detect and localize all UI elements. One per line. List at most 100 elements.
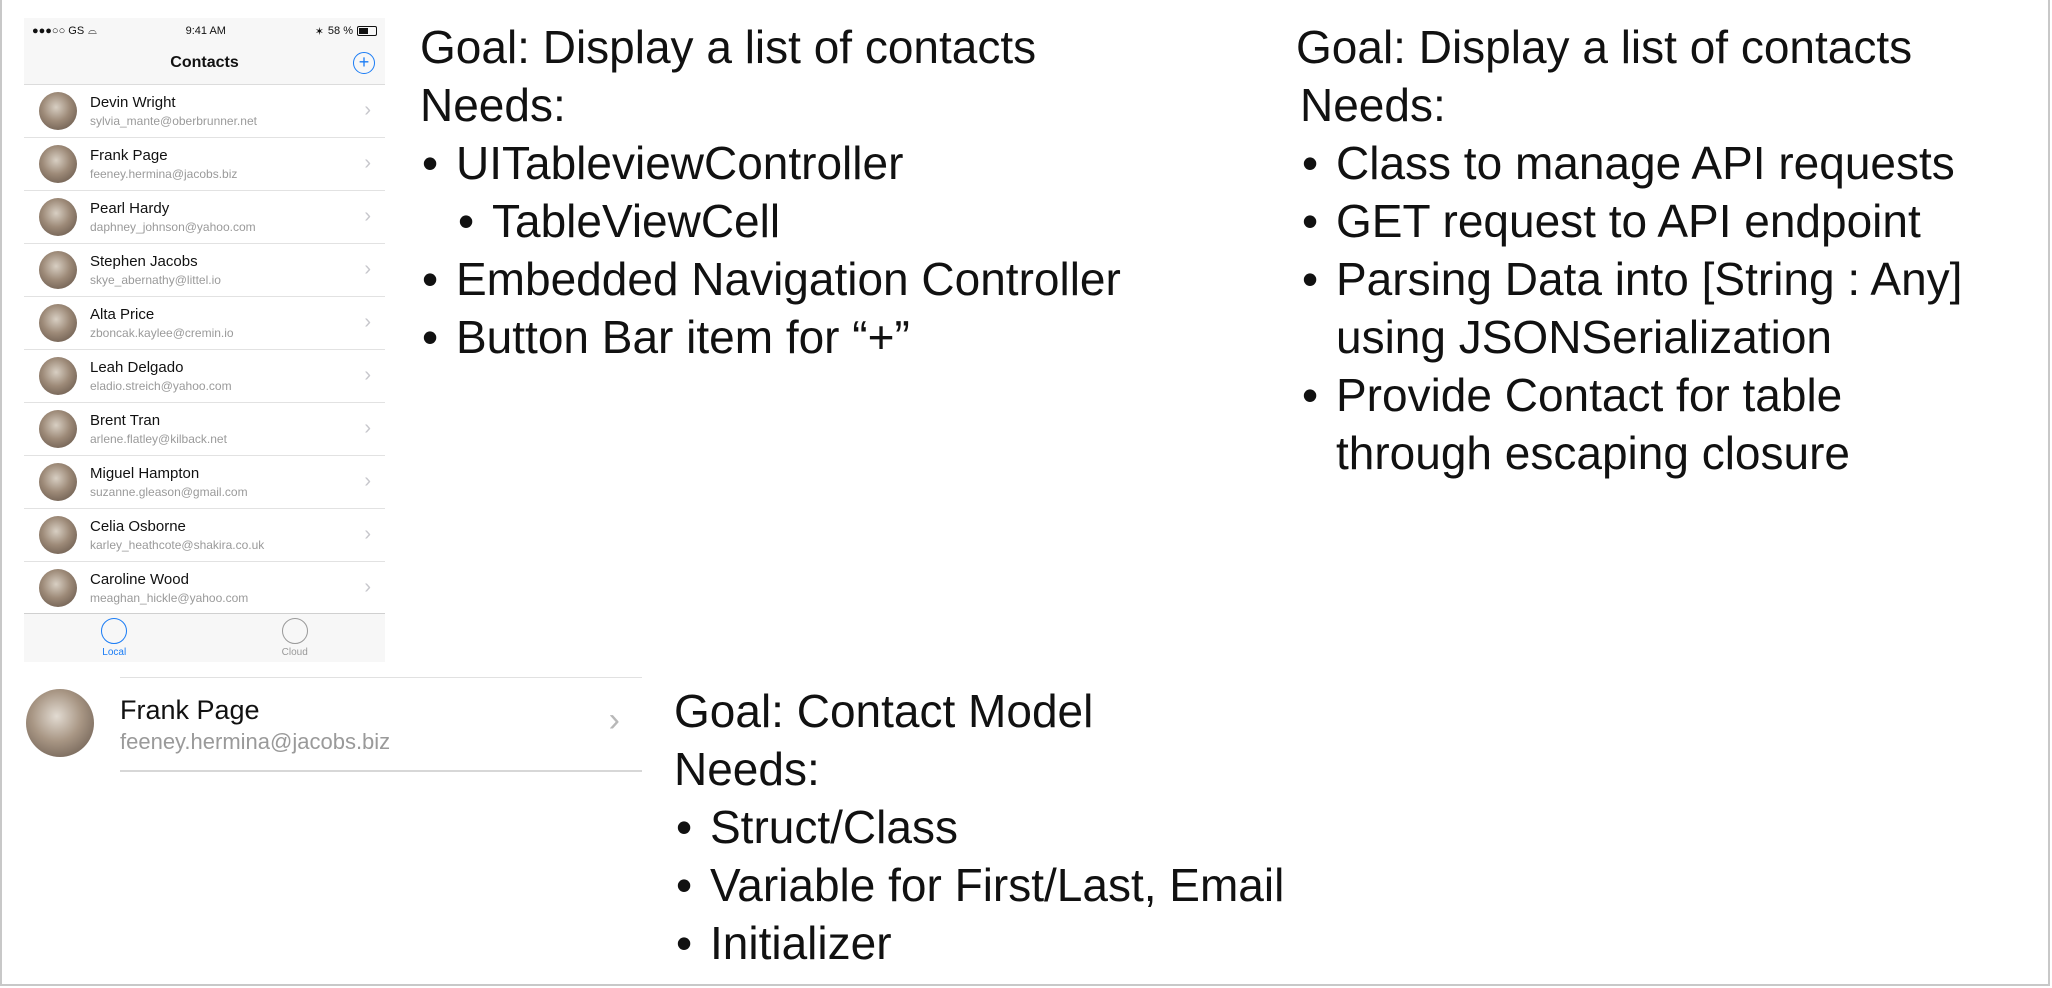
wifi-icon: ⌓ bbox=[88, 24, 97, 37]
contact-name: Miguel Hampton bbox=[90, 465, 200, 482]
cell-separator-top bbox=[120, 677, 642, 678]
contact-name: Alta Price bbox=[90, 306, 155, 323]
avatar bbox=[39, 145, 77, 183]
cell-name: Frank Page bbox=[120, 695, 260, 725]
contact-row[interactable]: Caroline Wood meaghan_hickle@yahoo.com › bbox=[24, 562, 385, 615]
needs-item: Initializer bbox=[674, 914, 1284, 972]
needs-label: Needs: bbox=[674, 743, 820, 795]
goal-block-contact-model: Goal: Contact Model Needs: Struct/Class … bbox=[674, 682, 1284, 972]
contact-row[interactable]: Frank Page feeney.hermina@jacobs.biz › bbox=[24, 138, 385, 191]
avatar bbox=[39, 304, 77, 342]
contact-name: Celia Osborne bbox=[90, 518, 186, 535]
avatar bbox=[39, 463, 77, 501]
contact-name: Frank Page bbox=[90, 147, 168, 164]
contact-email: eladio.streich@yahoo.com bbox=[90, 379, 232, 393]
tab-bar: Local Cloud bbox=[24, 613, 385, 662]
needs-list: Struct/Class Variable for First/Last, Em… bbox=[674, 798, 1284, 972]
enlarged-contact-cell[interactable]: Frank Page feeney.hermina@jacobs.biz › bbox=[26, 677, 642, 773]
needs-item: Provide Contact for table through escapi… bbox=[1300, 366, 1896, 482]
goal-heading: Goal: Display a list of contacts bbox=[1296, 21, 1913, 73]
chevron-right-icon: › bbox=[364, 364, 371, 386]
contact-email: feeney.hermina@jacobs.biz bbox=[90, 167, 238, 181]
needs-item: Class to manage API requests bbox=[1300, 134, 2026, 192]
navigation-bar: Contacts + bbox=[24, 44, 385, 85]
needs-item: UITableviewController bbox=[420, 134, 1121, 192]
cell-email: feeney.hermina@jacobs.biz bbox=[120, 729, 391, 754]
needs-item: Parsing Data into [String : Any] using J… bbox=[1300, 250, 2026, 366]
contact-name: Devin Wright bbox=[90, 94, 176, 111]
contact-row[interactable]: Leah Delgado eladio.streich@yahoo.com › bbox=[24, 350, 385, 403]
contact-row[interactable]: Stephen Jacobs skye_abernathy@littel.io › bbox=[24, 244, 385, 297]
contact-list: Devin Wright sylvia_mante@oberbrunner.net… bbox=[24, 85, 385, 615]
needs-list: Class to manage API requests GET request… bbox=[1296, 134, 2026, 482]
add-contact-button[interactable]: + bbox=[353, 52, 375, 74]
needs-item: Struct/Class bbox=[674, 798, 1284, 856]
tab-local[interactable]: Local bbox=[24, 614, 205, 662]
contact-email: sylvia_mante@oberbrunner.net bbox=[90, 114, 257, 128]
status-time: 9:41 AM bbox=[185, 25, 226, 37]
carrier-signal: ●●●○○ GS ⌓ bbox=[32, 25, 97, 38]
phone-screenshot: ●●●○○ GS ⌓ 9:41 AM ✶ 58 % Contacts + Dev… bbox=[24, 18, 385, 662]
battery-percent: 58 % bbox=[327, 25, 353, 37]
needs-item: Variable for First/Last, Email bbox=[674, 856, 1284, 914]
tab-label: Local bbox=[102, 647, 127, 658]
bluetooth-icon: ✶ bbox=[314, 25, 324, 38]
contact-row[interactable]: Devin Wright sylvia_mante@oberbrunner.net… bbox=[24, 85, 385, 138]
needs-item: Embedded Navigation Controller bbox=[420, 250, 1121, 308]
contact-row[interactable]: Alta Price zboncak.kaylee@cremin.io › bbox=[24, 297, 385, 350]
chevron-right-icon: › bbox=[364, 258, 371, 280]
avatar bbox=[39, 410, 77, 448]
contact-row[interactable]: Celia Osborne karley_heathcote@shakira.co… bbox=[24, 509, 385, 562]
contact-row[interactable]: Brent Tran arlene.flatley@kilback.net › bbox=[24, 403, 385, 456]
contact-name: Caroline Wood bbox=[90, 571, 189, 588]
avatar bbox=[39, 516, 77, 554]
chevron-right-icon: › bbox=[608, 701, 620, 739]
chevron-right-icon: › bbox=[364, 470, 371, 492]
tab-cloud[interactable]: Cloud bbox=[205, 614, 386, 662]
needs-item: Button Bar item for “+” bbox=[420, 308, 1121, 366]
avatar bbox=[26, 689, 94, 757]
avatar bbox=[39, 569, 77, 607]
contact-name: Brent Tran bbox=[90, 412, 161, 429]
nav-title: Contacts bbox=[170, 54, 239, 71]
chevron-right-icon: › bbox=[364, 205, 371, 227]
contact-email: daphney_johnson@yahoo.com bbox=[90, 220, 256, 234]
chevron-right-icon: › bbox=[364, 523, 371, 545]
goal-block-table-view: Goal: Display a list of contacts Needs: … bbox=[420, 18, 1121, 366]
tab-label: Cloud bbox=[281, 647, 308, 658]
contact-email: skye_abernathy@littel.io bbox=[90, 273, 221, 287]
avatar bbox=[39, 251, 77, 289]
circle-icon bbox=[281, 618, 308, 644]
status-right: ✶ 58 % bbox=[315, 25, 377, 38]
needs-subitem: TableViewCell bbox=[420, 192, 1121, 250]
needs-item: GET request to API endpoint bbox=[1300, 192, 2026, 250]
carrier-label: ●●●○○ GS bbox=[32, 25, 85, 37]
needs-label: Needs: bbox=[1300, 79, 1446, 131]
contact-email: arlene.flatley@kilback.net bbox=[90, 432, 227, 446]
cell-separator-bottom bbox=[120, 770, 642, 772]
contact-email: suzanne.gleason@gmail.com bbox=[90, 485, 248, 499]
goal-heading: Goal: Contact Model bbox=[674, 685, 1094, 737]
avatar bbox=[39, 357, 77, 395]
status-bar: ●●●○○ GS ⌓ 9:41 AM ✶ 58 % bbox=[24, 18, 385, 44]
contact-name: Leah Delgado bbox=[90, 359, 184, 376]
goal-heading: Goal: Display a list of contacts bbox=[420, 21, 1037, 73]
contact-row[interactable]: Pearl Hardy daphney_johnson@yahoo.com › bbox=[24, 191, 385, 244]
contact-email: meaghan_hickle@yahoo.com bbox=[90, 591, 249, 605]
battery-icon bbox=[357, 26, 377, 36]
chevron-right-icon: › bbox=[364, 311, 371, 333]
chevron-right-icon: › bbox=[364, 152, 371, 174]
contact-name: Stephen Jacobs bbox=[90, 253, 198, 270]
contact-email: zboncak.kaylee@cremin.io bbox=[90, 326, 234, 340]
contact-email: karley_heathcote@shakira.co.uk bbox=[90, 538, 265, 552]
avatar bbox=[39, 92, 77, 130]
chevron-right-icon: › bbox=[364, 576, 371, 598]
goal-block-api: Goal: Display a list of contacts Needs: … bbox=[1296, 18, 2026, 482]
contact-name: Pearl Hardy bbox=[90, 200, 170, 217]
needs-list: UITableviewController TableViewCell Embe… bbox=[420, 134, 1121, 366]
chevron-right-icon: › bbox=[364, 99, 371, 121]
avatar bbox=[39, 198, 77, 236]
needs-label: Needs: bbox=[420, 79, 566, 131]
contact-row[interactable]: Miguel Hampton suzanne.gleason@gmail.com … bbox=[24, 456, 385, 509]
circle-icon bbox=[101, 618, 128, 644]
